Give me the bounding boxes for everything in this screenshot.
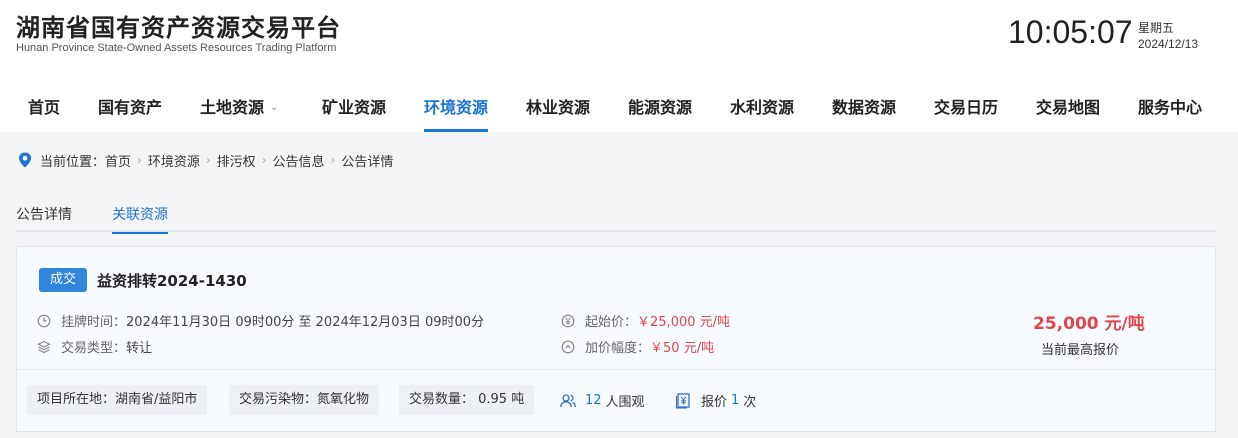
chevron-down-icon: ⌄ bbox=[270, 102, 279, 113]
nav-item-calendar[interactable]: 交易日历 bbox=[934, 94, 998, 132]
watchers-stat: 12 人围观 bbox=[559, 391, 645, 410]
layers-icon bbox=[37, 340, 51, 353]
main-nav: 首页 国有资产 土地资源 ⌄ 矿业资源 环境资源 林业资源 能源资源 水利资源 数… bbox=[0, 92, 1238, 132]
nav-item-water[interactable]: 水利资源 bbox=[730, 94, 794, 132]
listing-time-value: 2024年11月30日 09时00分 至 2024年12月03日 09时00分 bbox=[126, 315, 485, 330]
location-chip: 项目所在地：湖南省/益阳市 bbox=[27, 385, 208, 415]
nav-item-map[interactable]: 交易地图 bbox=[1036, 94, 1100, 132]
increment-value: ￥50 元/吨 bbox=[650, 341, 715, 356]
increment-icon bbox=[561, 340, 575, 353]
chevron-right-icon: › bbox=[205, 153, 211, 167]
bids-stat: 报价 1 次 bbox=[675, 391, 756, 410]
clock-icon bbox=[37, 314, 51, 327]
start-price-label: 起始价： bbox=[585, 315, 638, 330]
nav-item-environment[interactable]: 环境资源 bbox=[424, 94, 489, 132]
nav-item-land[interactable]: 土地资源 ⌄ bbox=[200, 94, 278, 132]
detail-tabs: 公告详情 关联资源 bbox=[16, 196, 1216, 234]
breadcrumb-current: 公告详情 bbox=[341, 154, 394, 170]
trade-type-row: 交易类型： 转让 bbox=[37, 337, 152, 356]
highest-price-caption: 当前最高报价 bbox=[1041, 343, 1120, 358]
location-pin-icon bbox=[19, 152, 31, 168]
chevron-right-icon: › bbox=[261, 153, 267, 167]
nav-item-service[interactable]: 服务中心 bbox=[1138, 94, 1202, 132]
increment-label: 加价幅度： bbox=[585, 341, 651, 356]
bids-count: 1 bbox=[731, 393, 740, 408]
trade-type-label: 交易类型： bbox=[61, 341, 127, 356]
breadcrumb-home[interactable]: 首页 bbox=[105, 151, 131, 170]
trade-type-value: 转让 bbox=[126, 341, 153, 356]
tab-announcement-detail[interactable]: 公告详情 bbox=[16, 204, 72, 232]
users-icon bbox=[560, 393, 576, 407]
clock-weekday: 星期五 bbox=[1138, 21, 1175, 35]
watchers-label: 人围观 bbox=[605, 395, 645, 410]
clock-date: 2024/12/13 bbox=[1138, 37, 1199, 51]
listing-time-row: 挂牌时间： 2024年11月30日 09时00分 至 2024年12月03日 0… bbox=[37, 311, 484, 330]
breadcrumb-prefix: 当前位置： bbox=[40, 154, 106, 170]
nav-item-home[interactable]: 首页 bbox=[28, 94, 60, 132]
watchers-count: 12 bbox=[585, 393, 602, 408]
yuan-coin-icon bbox=[561, 314, 575, 327]
site-header: 湖南省国有资产资源交易平台 Hunan Province State-Owned… bbox=[0, 0, 1238, 132]
bid-receipt-icon bbox=[675, 392, 690, 409]
bids-prefix: 报价 bbox=[701, 395, 728, 410]
nav-item-state-assets[interactable]: 国有资产 bbox=[98, 94, 162, 132]
bids-suffix: 次 bbox=[743, 395, 757, 410]
pollutant-chip: 交易污染物：氮氧化物 bbox=[229, 385, 380, 415]
increment-row: 加价幅度： ￥50 元/吨 bbox=[561, 337, 714, 356]
resource-card[interactable]: 成交 益资排转2024-1430 挂牌时间： 2024年11月30日 09时00… bbox=[16, 246, 1216, 432]
card-divider bbox=[17, 369, 1215, 370]
nav-item-energy[interactable]: 能源资源 bbox=[628, 94, 692, 132]
listing-time-label: 挂牌时间： bbox=[61, 315, 127, 330]
breadcrumb-environment[interactable]: 环境资源 bbox=[148, 151, 200, 170]
resource-title[interactable]: 益资排转2024-1430 bbox=[97, 270, 247, 291]
chevron-right-icon: › bbox=[330, 153, 336, 167]
quantity-chip: 交易数量： 0.95 吨 bbox=[399, 385, 535, 415]
chevron-right-icon: › bbox=[137, 153, 142, 167]
breadcrumb-emission-rights[interactable]: 排污权 bbox=[217, 151, 256, 170]
nav-item-land-label: 土地资源 bbox=[200, 98, 265, 117]
highest-price: 25,000 元/吨 bbox=[1033, 314, 1145, 334]
site-subtitle: Hunan Province State-Owned Assets Resour… bbox=[16, 42, 337, 54]
breadcrumb: 当前位置： 首页 › 环境资源 › 排污权 › 公告信息 › 公告详情 bbox=[16, 148, 393, 172]
nav-item-forestry[interactable]: 林业资源 bbox=[526, 94, 590, 132]
nav-item-mining[interactable]: 矿业资源 bbox=[322, 94, 386, 132]
breadcrumb-announcements[interactable]: 公告信息 bbox=[273, 151, 325, 170]
site-title[interactable]: 湖南省国有资产资源交易平台 bbox=[16, 8, 341, 43]
status-badge: 成交 bbox=[39, 268, 87, 292]
nav-item-data[interactable]: 数据资源 bbox=[832, 94, 896, 132]
start-price-row: 起始价： ￥25,000 元/吨 bbox=[561, 311, 730, 330]
tab-related-resources[interactable]: 关联资源 bbox=[112, 204, 168, 234]
start-price-value: ￥25,000 元/吨 bbox=[637, 315, 731, 330]
clock-time: 10:05:07 bbox=[1008, 14, 1133, 50]
